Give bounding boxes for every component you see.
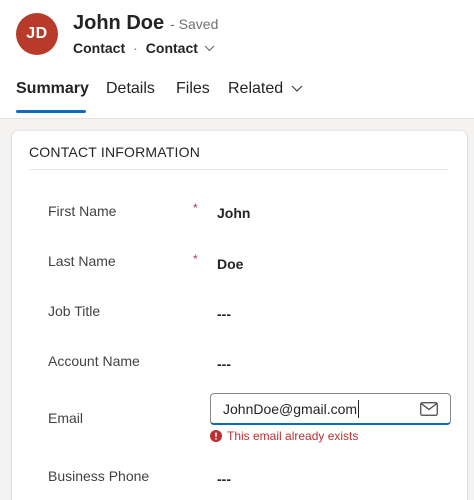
error-text: This email already exists — [227, 429, 359, 443]
form-selector[interactable]: Contact — [146, 40, 215, 56]
first-name-label: First Name — [48, 203, 117, 219]
mail-icon[interactable] — [420, 402, 438, 416]
email-field[interactable]: JohnDoe@gmail.com — [210, 393, 451, 425]
section-divider — [29, 169, 449, 170]
entity-name: Contact — [73, 40, 126, 56]
tab-files[interactable]: Files — [176, 80, 210, 98]
last-name-label: Last Name — [48, 253, 116, 269]
error-icon — [210, 430, 222, 442]
tab-bar: Summary Details Files Related — [0, 76, 474, 116]
email-error-message: This email already exists — [210, 429, 358, 443]
form-selector-label: Contact — [145, 40, 198, 56]
required-indicator: * — [193, 201, 198, 215]
tab-related[interactable]: Related — [228, 80, 303, 98]
job-title-field[interactable]: --- — [217, 306, 231, 322]
account-name-field[interactable]: --- — [217, 356, 231, 372]
save-status: - Saved — [170, 16, 219, 32]
tab-related-label: Related — [228, 80, 284, 97]
chevron-down-icon — [204, 45, 215, 51]
entity-row: Contact · Contact — [73, 40, 215, 56]
contact-information-section: CONTACT INFORMATION First Name * John La… — [12, 131, 467, 500]
entity-separator: · — [133, 40, 138, 56]
business-phone-field[interactable]: --- — [217, 471, 231, 487]
tab-details[interactable]: Details — [106, 80, 155, 98]
avatar: JD — [16, 13, 58, 55]
record-name: John Doe — [73, 12, 165, 34]
email-value: JohnDoe@gmail.com — [223, 400, 358, 417]
account-name-label: Account Name — [48, 353, 140, 369]
record-header: JD John Doe - Saved Contact · Contact — [0, 0, 474, 70]
job-title-label: Job Title — [48, 303, 101, 319]
text-caret — [358, 399, 360, 418]
active-tab-indicator — [16, 110, 86, 113]
header-divider — [0, 118, 474, 119]
required-indicator: * — [193, 252, 198, 266]
business-phone-label: Business Phone — [48, 468, 150, 484]
last-name-field[interactable]: Doe — [217, 256, 243, 272]
email-label: Email — [48, 410, 84, 426]
chevron-down-icon — [291, 85, 303, 92]
section-title: CONTACT INFORMATION — [29, 144, 201, 160]
title-row: John Doe - Saved — [73, 12, 218, 35]
first-name-field[interactable]: John — [217, 205, 250, 221]
tab-summary[interactable]: Summary — [16, 80, 89, 98]
